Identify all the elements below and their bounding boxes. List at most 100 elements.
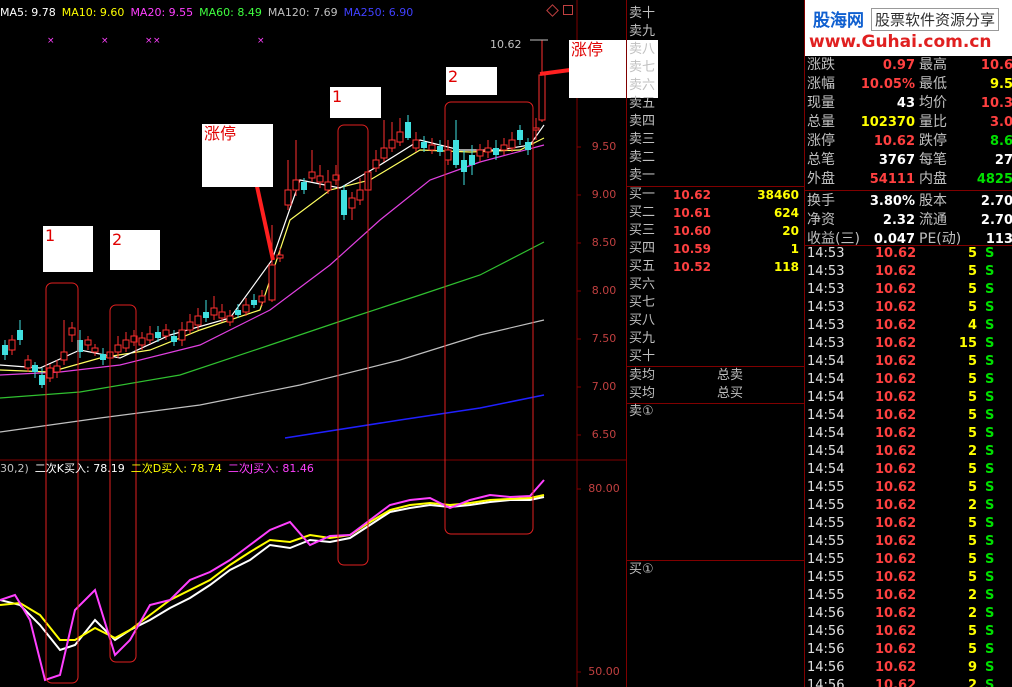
tick-time: 14:56 bbox=[807, 678, 845, 687]
tick-side: S bbox=[985, 642, 995, 657]
tick-time: 14:55 bbox=[807, 480, 845, 495]
kline-chart[interactable]: × × × × × bbox=[0, 0, 626, 687]
sell-level-label: 卖四 bbox=[629, 114, 656, 129]
candle-body bbox=[356, 189, 364, 201]
order-book: 卖十 卖九 卖八 卖七 卖六 卖五 卖四 卖三 卖二 卖一 买一 10.62 38460 买二 10.61 6… bbox=[626, 0, 805, 687]
tick-time: 14:55 bbox=[807, 588, 845, 603]
buy-level-volume: 118 bbox=[773, 260, 799, 274]
tick-row: 14:56 10.62 5 S bbox=[805, 623, 1012, 641]
tick-price: 10.62 bbox=[875, 570, 917, 585]
sell-level-label: 卖三 bbox=[629, 132, 656, 147]
candle-body bbox=[17, 330, 23, 340]
tick-time: 14:53 bbox=[807, 336, 845, 351]
quote-row: 换手 3.80% 股本 2.70 bbox=[805, 192, 1012, 211]
tick-side: S bbox=[985, 282, 995, 297]
candle-body bbox=[46, 367, 54, 379]
tick-time: 14:54 bbox=[807, 408, 845, 423]
candle-body bbox=[91, 347, 99, 353]
buy-level-label: 买十 bbox=[629, 349, 656, 364]
tick-row: 14:54 10.62 5 S bbox=[805, 407, 1012, 425]
candle-body bbox=[268, 264, 276, 301]
candle-body bbox=[210, 307, 218, 316]
kdj-axis-tick: 80.00 bbox=[588, 482, 620, 495]
tick-volume: 5 bbox=[967, 426, 977, 441]
signal-marker: × bbox=[257, 36, 265, 46]
tick-time: 14:53 bbox=[807, 300, 845, 315]
arrow-marker-right bbox=[539, 68, 571, 76]
quote-key: 量比 bbox=[919, 114, 947, 130]
tick-side: S bbox=[985, 480, 995, 495]
quote-value: 43 bbox=[896, 96, 915, 111]
quote-row: 净资 2.32 流通 2.70 bbox=[805, 211, 1012, 230]
quote-key: 总量 bbox=[807, 114, 835, 130]
quote-key: 跌停 bbox=[919, 133, 947, 149]
tick-side: S bbox=[985, 588, 995, 603]
candle-body bbox=[218, 311, 226, 319]
tick-time: 14:54 bbox=[807, 426, 845, 441]
quote-value: 102370 bbox=[860, 115, 915, 130]
tick-row: 14:55 10.62 5 S bbox=[805, 533, 1012, 551]
buy-level-label: 买八 bbox=[629, 313, 656, 328]
tick-price: 10.62 bbox=[875, 426, 917, 441]
ma-legend-item: MA20: 9.55 bbox=[130, 6, 194, 19]
candle-body bbox=[444, 149, 452, 161]
buy-level-label: 买六 bbox=[629, 277, 656, 292]
quote-key: 净资 bbox=[807, 212, 835, 228]
tick-volume: 5 bbox=[967, 642, 977, 657]
tick-row: 14:54 10.62 2 S bbox=[805, 443, 1012, 461]
total-buy-label: 总买 bbox=[717, 386, 744, 401]
tick-row: 14:53 10.62 5 S bbox=[805, 299, 1012, 317]
tick-time: 14:56 bbox=[807, 660, 845, 675]
divider bbox=[805, 190, 1012, 191]
quote-key: 流通 bbox=[919, 212, 947, 228]
tick-volume: 2 bbox=[967, 444, 977, 459]
quote-row: 总量 102370 量比 3.0 bbox=[805, 113, 1012, 132]
quote-value: 10.6 bbox=[980, 58, 1012, 73]
tick-time: 14:53 bbox=[807, 246, 845, 261]
quote-row: 涨跌 0.97 最高 10.6 bbox=[805, 56, 1012, 75]
note-box-2-left: 2 bbox=[110, 230, 160, 270]
candle-body bbox=[341, 190, 347, 215]
quote-key: 每笔 bbox=[919, 152, 947, 168]
tick-volume: 5 bbox=[967, 570, 977, 585]
quote-key: 换手 bbox=[807, 193, 835, 209]
tick-row: 14:55 10.62 2 S bbox=[805, 497, 1012, 515]
guhai-logo[interactable]: 股海网 股票软件资源分享 www.Guhai.com.cn bbox=[805, 0, 1012, 56]
buy-level-price: 10.59 bbox=[673, 242, 711, 256]
price-axis-tick: 9.00 bbox=[591, 188, 617, 201]
tick-price: 10.62 bbox=[875, 642, 917, 657]
tick-price: 10.62 bbox=[875, 444, 917, 459]
sell-row: 卖五 bbox=[627, 95, 805, 113]
tick-time: 14:56 bbox=[807, 606, 845, 621]
candle-body bbox=[171, 336, 177, 342]
tick-side: S bbox=[985, 552, 995, 567]
ma250-line bbox=[284, 394, 545, 439]
tick-price: 10.62 bbox=[875, 516, 917, 531]
candle-body bbox=[525, 142, 531, 150]
tick-side: S bbox=[985, 660, 995, 675]
candle-body bbox=[155, 332, 161, 338]
tick-volume: 2 bbox=[967, 678, 977, 687]
avg-sell-label: 卖均 bbox=[629, 368, 656, 383]
highlight-box bbox=[444, 101, 534, 535]
tick-time: 14:55 bbox=[807, 498, 845, 513]
tick-row: 14:54 10.62 5 S bbox=[805, 461, 1012, 479]
candle-body bbox=[114, 344, 122, 353]
candle-body bbox=[421, 142, 427, 148]
tick-volume: 5 bbox=[967, 408, 977, 423]
tick-volume: 5 bbox=[967, 354, 977, 369]
tick-volume: 2 bbox=[967, 498, 977, 513]
tick-row: 14:53 10.62 5 S bbox=[805, 245, 1012, 263]
quote-value: 10.05% bbox=[860, 77, 915, 92]
tick-volume: 5 bbox=[967, 282, 977, 297]
quote-value: 10.3 bbox=[980, 96, 1012, 111]
note-box-1-mid: 1 bbox=[330, 87, 381, 118]
highlight-box bbox=[45, 282, 79, 684]
candle-body bbox=[292, 179, 300, 191]
maximize-icon[interactable] bbox=[563, 5, 573, 15]
sell-row: 卖十 bbox=[627, 5, 805, 23]
buy-row: 买七 bbox=[627, 294, 805, 312]
candle-body bbox=[461, 160, 467, 172]
tick-side: S bbox=[985, 534, 995, 549]
sell-queue-label: 卖① bbox=[629, 404, 654, 419]
